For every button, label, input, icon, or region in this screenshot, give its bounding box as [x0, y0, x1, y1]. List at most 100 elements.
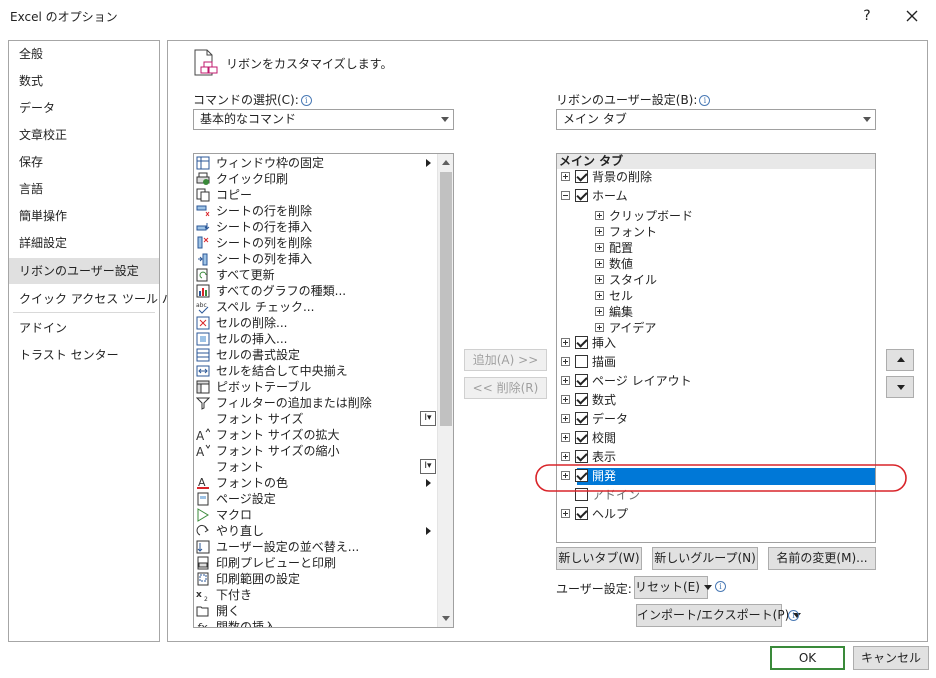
tab-checkbox[interactable]	[575, 412, 588, 425]
ribbon-tree-item[interactable]: 編集	[557, 304, 875, 320]
ribbon-tree-item[interactable]: 数値	[557, 256, 875, 272]
ribbon-tree-item[interactable]: 描画	[557, 354, 875, 370]
nav-item[interactable]: 保存	[9, 149, 159, 175]
help-button[interactable]: ?	[856, 4, 878, 28]
expand-icon[interactable]	[595, 259, 604, 268]
command-item[interactable]: セルの削除...	[194, 315, 444, 331]
command-item[interactable]: 開く	[194, 603, 444, 619]
ribbon-tree-item[interactable]: 数式	[557, 392, 875, 408]
expand-icon[interactable]	[561, 433, 570, 442]
commands-list[interactable]: ウィンドウ枠の固定 クイック印刷 コピー シートの行を削除 シートの行を挿入 シートの列を…	[193, 153, 454, 628]
ribbon-tree-item[interactable]: クリップボード	[557, 208, 875, 224]
commands-scrollbar[interactable]	[437, 154, 453, 627]
command-item[interactable]: フォント サイズ I▾	[194, 411, 444, 427]
tab-checkbox[interactable]	[575, 393, 588, 406]
command-item[interactable]: ページ設定	[194, 491, 444, 507]
collapse-icon[interactable]	[561, 191, 570, 200]
command-item[interactable]: ユーザー設定の並べ替え...	[194, 539, 444, 555]
expand-icon[interactable]	[595, 227, 604, 236]
expand-icon[interactable]	[561, 395, 570, 404]
nav-item[interactable]: リボンのユーザー設定	[9, 258, 159, 284]
command-item[interactable]: フォント I▾	[194, 459, 444, 475]
commands-combo[interactable]: 基本的なコマンド	[193, 109, 454, 130]
nav-item[interactable]: クイック アクセス ツール バー	[9, 286, 186, 312]
ribbon-tree-item[interactable]: ホーム	[557, 188, 875, 204]
ribbon-tree-item[interactable]: 配置	[557, 240, 875, 256]
expand-icon[interactable]	[595, 323, 604, 332]
tab-checkbox[interactable]	[575, 450, 588, 463]
command-item[interactable]: ピボットテーブル	[194, 379, 444, 395]
expand-icon[interactable]	[595, 291, 604, 300]
ribbon-tree-item[interactable]: 挿入	[557, 335, 875, 351]
command-item[interactable]: シートの列を挿入	[194, 251, 444, 267]
command-item[interactable]: シートの行を削除	[194, 203, 444, 219]
ok-button[interactable]: OK	[770, 646, 845, 670]
ribbon-tree-item[interactable]: フォント	[557, 224, 875, 240]
tab-checkbox[interactable]	[575, 336, 588, 349]
command-item[interactable]: セルの書式設定	[194, 347, 444, 363]
expand-icon[interactable]	[595, 211, 604, 220]
command-item[interactable]: ウィンドウ枠の固定	[194, 155, 444, 171]
command-item[interactable]: 印刷範囲の設定	[194, 571, 444, 587]
command-item[interactable]: マクロ	[194, 507, 444, 523]
nav-item[interactable]: 文章校正	[9, 122, 159, 148]
command-item[interactable]: A フォントの色	[194, 475, 444, 491]
expand-icon[interactable]	[561, 452, 570, 461]
ribbon-tree-item[interactable]: スタイル	[557, 272, 875, 288]
ribbon-combo[interactable]: メイン タブ	[556, 109, 876, 130]
command-item[interactable]: すべてのグラフの種類...	[194, 283, 444, 299]
ribbon-tree-item[interactable]: ヘルプ	[557, 506, 875, 522]
command-item[interactable]: セルの挿入...	[194, 331, 444, 347]
expand-icon[interactable]	[595, 243, 604, 252]
ribbon-tree-item[interactable]: セル	[557, 288, 875, 304]
nav-item[interactable]: 言語	[9, 176, 159, 202]
command-item[interactable]: クイック印刷	[194, 171, 444, 187]
import-export-button[interactable]: インポート/エクスポート(P)	[636, 604, 802, 627]
ribbon-tree-item[interactable]: 校閲	[557, 430, 875, 446]
tab-checkbox[interactable]	[575, 189, 588, 202]
tab-checkbox[interactable]	[575, 374, 588, 387]
tab-checkbox[interactable]	[575, 170, 588, 183]
expand-icon[interactable]	[561, 509, 570, 518]
nav-item[interactable]: 簡単操作	[9, 203, 159, 229]
new-tab-button[interactable]: 新しいタブ(W)	[556, 547, 642, 570]
tab-checkbox[interactable]	[575, 355, 588, 368]
expand-icon[interactable]	[561, 357, 570, 366]
expand-icon[interactable]	[561, 414, 570, 423]
remove-button[interactable]: << 削除(R)	[464, 377, 547, 399]
command-item[interactable]: コピー	[194, 187, 444, 203]
command-item[interactable]: 印刷プレビューと印刷	[194, 555, 444, 571]
command-item[interactable]: フィルターの追加または削除	[194, 395, 444, 411]
command-item[interactable]: やり直し	[194, 523, 444, 539]
new-group-button[interactable]: 新しいグループ(N)	[652, 547, 758, 570]
expand-icon[interactable]	[561, 376, 570, 385]
reset-button[interactable]: リセット(E)	[634, 576, 712, 599]
command-item[interactable]: セルを結合して中央揃え	[194, 363, 444, 379]
command-item[interactable]: A フォント サイズの縮小	[194, 443, 444, 459]
expand-icon[interactable]	[561, 172, 570, 181]
expand-icon[interactable]	[595, 307, 604, 316]
rename-button[interactable]: 名前の変更(M)...	[768, 547, 876, 570]
move-down-button[interactable]	[886, 376, 914, 398]
tab-checkbox[interactable]	[575, 507, 588, 520]
command-item[interactable]: x 2 下付き	[194, 587, 444, 603]
command-item[interactable]: シートの列を削除	[194, 235, 444, 251]
nav-item[interactable]: アドイン	[9, 315, 159, 341]
nav-item[interactable]: トラスト センター	[9, 342, 159, 368]
cancel-button[interactable]: キャンセル	[853, 646, 929, 670]
ribbon-tree-item[interactable]: 背景の削除	[557, 169, 875, 185]
ribbon-tree-item[interactable]: ページ レイアウト	[557, 373, 875, 389]
add-button[interactable]: 追加(A) >>	[464, 349, 547, 371]
move-up-button[interactable]	[886, 349, 914, 371]
command-item[interactable]: fx 関数の挿入	[194, 619, 444, 627]
expand-icon[interactable]	[561, 338, 570, 347]
scroll-thumb[interactable]	[440, 172, 452, 426]
ribbon-tree-item[interactable]: データ	[557, 411, 875, 427]
command-item[interactable]: シートの行を挿入	[194, 219, 444, 235]
nav-item[interactable]: 詳細設定	[9, 230, 159, 256]
nav-item[interactable]: 数式	[9, 68, 159, 94]
scroll-up-button[interactable]	[438, 154, 453, 171]
command-item[interactable]: すべて更新	[194, 267, 444, 283]
scroll-down-button[interactable]	[438, 610, 453, 627]
ribbon-tree-item[interactable]: アイデア	[557, 320, 875, 336]
